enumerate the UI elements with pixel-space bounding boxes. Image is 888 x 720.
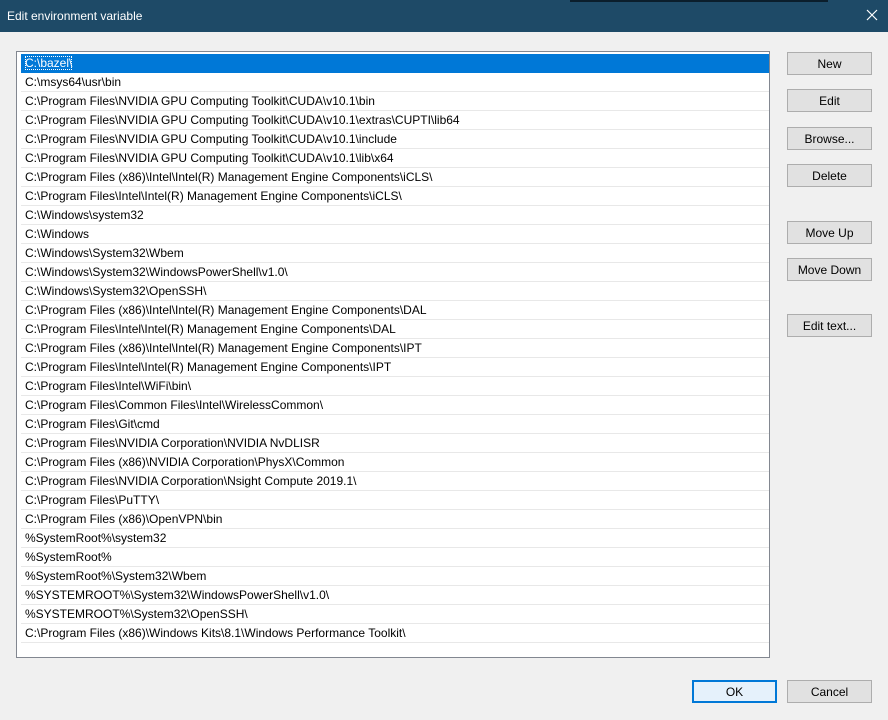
list-item[interactable]: C:\Program Files\Common Files\Intel\Wire… — [21, 396, 769, 415]
ok-button[interactable]: OK — [692, 680, 777, 703]
edit-text-button[interactable]: Edit text... — [787, 314, 872, 337]
list-item-text: C:\Program Files\NVIDIA Corporation\Nsig… — [25, 474, 357, 488]
list-item-text: C:\Windows\System32\Wbem — [25, 246, 184, 260]
list-item-text: C:\Windows\System32\OpenSSH\ — [25, 284, 207, 298]
list-item[interactable]: C:\msys64\usr\bin — [21, 73, 769, 92]
list-item-text: C:\Program Files (x86)\Intel\Intel(R) Ma… — [25, 341, 422, 355]
list-item[interactable]: %SYSTEMROOT%\System32\WindowsPowerShell\… — [21, 586, 769, 605]
list-item-text: C:\Program Files (x86)\OpenVPN\bin — [25, 512, 223, 526]
list-item[interactable]: C:\Program Files (x86)\NVIDIA Corporatio… — [21, 453, 769, 472]
delete-button[interactable]: Delete — [787, 164, 872, 187]
list-item[interactable]: C:\Program Files\NVIDIA GPU Computing To… — [21, 111, 769, 130]
list-item-text: C:\Program Files\Intel\WiFi\bin\ — [25, 379, 192, 393]
list-item-text: %SYSTEMROOT%\System32\WindowsPowerShell\… — [25, 588, 330, 602]
move-down-button[interactable]: Move Down — [787, 258, 872, 281]
list-item[interactable]: C:\Program Files (x86)\Intel\Intel(R) Ma… — [21, 301, 769, 320]
list-item-text: C:\Windows — [25, 227, 90, 241]
list-item-text: C:\Program Files\Git\cmd — [25, 417, 160, 431]
edit-button[interactable]: Edit — [787, 89, 872, 112]
list-item[interactable]: C:\Program Files\Intel\Intel(R) Manageme… — [21, 320, 769, 339]
list-item-text: C:\Program Files\NVIDIA GPU Computing To… — [25, 132, 397, 146]
list-item-text: %SystemRoot%\system32 — [25, 531, 167, 545]
title-bar-strip — [570, 0, 828, 2]
list-item-text: C:\Program Files (x86)\Intel\Intel(R) Ma… — [25, 170, 433, 184]
close-icon — [866, 9, 878, 24]
list-item[interactable]: %SystemRoot% — [21, 548, 769, 567]
list-item-text: C:\Program Files\NVIDIA GPU Computing To… — [25, 113, 460, 127]
list-item-text: C:\Program Files\Intel\Intel(R) Manageme… — [25, 322, 396, 336]
close-button[interactable] — [856, 0, 888, 32]
list-item[interactable]: C:\Windows\System32\Wbem — [21, 244, 769, 263]
list-item[interactable]: C:\Windows\System32\WindowsPowerShell\v1… — [21, 263, 769, 282]
list-item[interactable]: C:\bazel\ — [21, 54, 769, 73]
list-item-text: %SYSTEMROOT%\System32\OpenSSH\ — [25, 607, 248, 621]
list-item-text: C:\Program Files\Intel\Intel(R) Manageme… — [25, 189, 402, 203]
list-item[interactable]: C:\Program Files\Intel\Intel(R) Manageme… — [21, 187, 769, 206]
list-item[interactable]: C:\Windows\System32\OpenSSH\ — [21, 282, 769, 301]
browse-button[interactable]: Browse... — [787, 127, 872, 150]
list-item[interactable]: C:\Program Files\NVIDIA GPU Computing To… — [21, 130, 769, 149]
list-item[interactable]: C:\Program Files\NVIDIA GPU Computing To… — [21, 149, 769, 168]
list-item[interactable]: C:\Program Files (x86)\Intel\Intel(R) Ma… — [21, 339, 769, 358]
cancel-button[interactable]: Cancel — [787, 680, 872, 703]
list-item[interactable]: %SystemRoot%\system32 — [21, 529, 769, 548]
list-item-text: C:\Program Files (x86)\NVIDIA Corporatio… — [25, 455, 345, 469]
list-item[interactable]: C:\Program Files\NVIDIA Corporation\Nsig… — [21, 472, 769, 491]
list-item[interactable]: C:\Program Files (x86)\Intel\Intel(R) Ma… — [21, 168, 769, 187]
list-item[interactable]: C:\Program Files\PuTTY\ — [21, 491, 769, 510]
list-item[interactable]: %SystemRoot%\System32\Wbem — [21, 567, 769, 586]
list-item-text: C:\msys64\usr\bin — [25, 75, 122, 89]
list-item-text: C:\Windows\system32 — [25, 208, 144, 222]
list-item-text: C:\Program Files\Intel\Intel(R) Manageme… — [25, 360, 392, 374]
list-item[interactable]: C:\Windows — [21, 225, 769, 244]
list-item[interactable]: C:\Program Files\Git\cmd — [21, 415, 769, 434]
list-item[interactable]: C:\Program Files\Intel\Intel(R) Manageme… — [21, 358, 769, 377]
list-item-text: C:\Program Files\NVIDIA Corporation\NVID… — [25, 436, 320, 450]
list-item[interactable]: C:\Program Files\NVIDIA GPU Computing To… — [21, 92, 769, 111]
list-item[interactable]: C:\Program Files\NVIDIA Corporation\NVID… — [21, 434, 769, 453]
list-item[interactable]: C:\Program Files\Intel\WiFi\bin\ — [21, 377, 769, 396]
move-up-button[interactable]: Move Up — [787, 221, 872, 244]
list-item-text: C:\Program Files\NVIDIA GPU Computing To… — [25, 151, 394, 165]
list-item-text: %SystemRoot%\System32\Wbem — [25, 569, 207, 583]
list-item-text: C:\Program Files\Common Files\Intel\Wire… — [25, 398, 324, 412]
list-item[interactable]: C:\Program Files (x86)\OpenVPN\bin — [21, 510, 769, 529]
list-item-text: C:\Program Files\PuTTY\ — [25, 493, 160, 507]
list-item[interactable]: %SYSTEMROOT%\System32\OpenSSH\ — [21, 605, 769, 624]
list-item-text: C:\Windows\System32\WindowsPowerShell\v1… — [25, 265, 288, 279]
new-button[interactable]: New — [787, 52, 872, 75]
list-item-text: %SystemRoot% — [25, 550, 112, 564]
list-item-text: C:\bazel\ — [25, 56, 73, 70]
window-title: Edit environment variable — [7, 9, 143, 23]
list-item-text: C:\Program Files (x86)\Intel\Intel(R) Ma… — [25, 303, 427, 317]
list-item[interactable]: C:\Windows\system32 — [21, 206, 769, 225]
list-item[interactable]: C:\Program Files (x86)\Windows Kits\8.1\… — [21, 624, 769, 643]
list-item-text: C:\Program Files\NVIDIA GPU Computing To… — [25, 94, 375, 108]
title-bar: Edit environment variable — [0, 0, 888, 32]
list-item-text: C:\Program Files (x86)\Windows Kits\8.1\… — [25, 626, 406, 640]
path-list[interactable]: C:\bazel\ C:\msys64\usr\bin C:\Program Fil… — [16, 51, 770, 658]
